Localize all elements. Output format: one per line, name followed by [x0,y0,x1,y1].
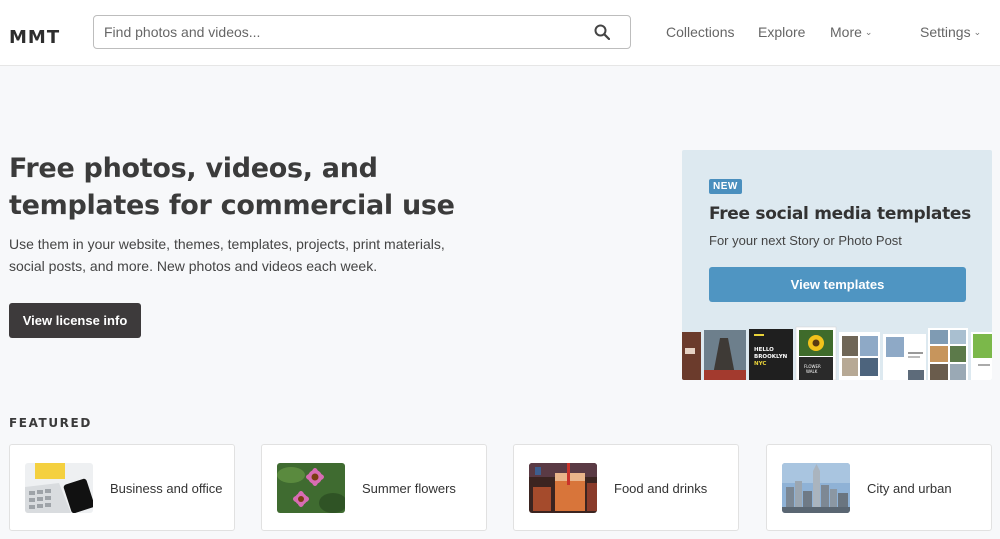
featured-card-city[interactable]: City and urban [766,444,992,531]
city-urban-thumbnail [782,463,850,513]
featured-card-food[interactable]: Food and drinks [513,444,739,531]
featured-card-flowers[interactable]: Summer flowers [261,444,487,531]
business-office-thumbnail [25,463,93,513]
nav-explore[interactable]: Explore [758,24,805,40]
chevron-down-icon: ⌄ [864,27,873,37]
strip-walk-text: WALK [806,369,818,374]
hero-title: Free photos, videos, and templates for c… [9,153,455,221]
templates-promo-card: NEW Free social media templates For your… [682,150,992,380]
promo-title: Free social media templates [709,204,971,224]
view-templates-button[interactable]: View templates [709,267,966,302]
chevron-down-icon: ⌄ [973,27,982,37]
strip-brooklyn-text: BROOKLYN [754,354,788,360]
templates-preview-strip: HELLO BROOKLYN NYC FLOWER WALK [682,324,992,380]
logo[interactable]: MMT [9,27,60,48]
view-license-button[interactable]: View license info [9,303,141,338]
search-icon[interactable] [594,24,610,40]
summer-flowers-thumbnail [277,463,345,513]
card-label: Business and office [110,481,223,496]
featured-card-business[interactable]: Business and office [9,444,235,531]
nav-collections[interactable]: Collections [666,24,734,40]
nav-more-label: More [830,24,862,40]
top-header: MMT Collections Explore More⌄ Settings⌄ [0,0,1000,66]
strip-nyc-text: NYC [754,361,766,367]
card-label: Summer flowers [362,481,456,496]
hero-description: Use them in your website, themes, templa… [9,236,445,274]
food-drinks-thumbnail [529,463,597,513]
promo-subtitle: For your next Story or Photo Post [709,233,902,248]
strip-hello-text: HELLO [754,347,774,353]
card-label: Food and drinks [614,481,708,496]
card-label: City and urban [867,481,952,496]
new-badge: NEW [709,179,742,194]
search-bar[interactable] [93,15,631,49]
nav-settings-label: Settings [920,24,971,40]
featured-heading: FEATURED [9,416,92,430]
nav-more[interactable]: More ⌄ [830,24,872,40]
search-input[interactable] [104,16,584,48]
nav-settings[interactable]: Settings ⌄ [920,24,981,40]
